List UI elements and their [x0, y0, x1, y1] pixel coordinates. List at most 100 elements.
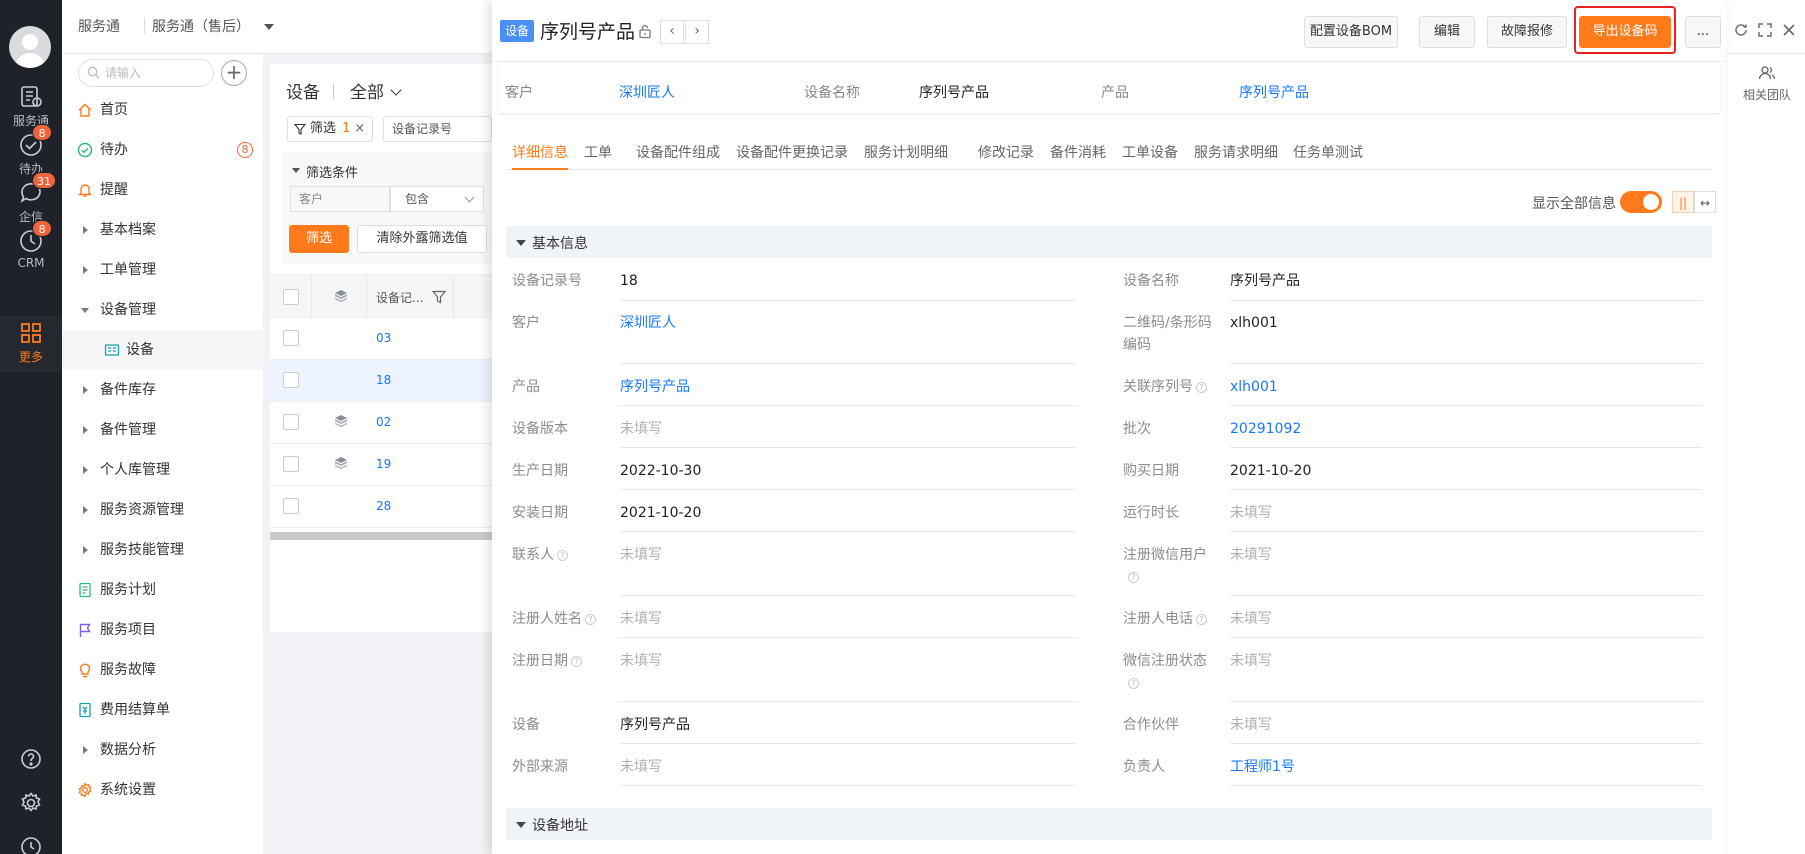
section-device-address[interactable]: 设备地址	[506, 808, 1712, 840]
close-icon[interactable]: ×	[354, 121, 365, 136]
product-link[interactable]: 序列号产品	[620, 376, 690, 398]
tab-parts-consumption[interactable]: 备件消耗	[1050, 142, 1106, 170]
two-column-layout-button[interactable]: ||	[1672, 191, 1694, 213]
row-checkbox[interactable]	[283, 456, 299, 472]
tab-parts-replacement[interactable]: 设备配件更换记录	[736, 142, 848, 170]
tab-workorder-devices[interactable]: 工单设备	[1122, 142, 1178, 170]
row-checkbox[interactable]	[283, 372, 299, 388]
expand-layout-button[interactable]: ↔	[1694, 191, 1716, 213]
related-team-button[interactable]: 相关团队	[1739, 64, 1795, 103]
help-icon[interactable]: ?	[585, 614, 596, 625]
summary-customer-link[interactable]: 深圳匠人	[619, 82, 675, 102]
field-value: 未填写	[1230, 653, 1272, 669]
nav-item-home[interactable]: 首页	[62, 90, 264, 130]
app-switcher[interactable]: 服务通（售后）	[152, 16, 274, 36]
record-link[interactable]: 28	[376, 499, 391, 513]
table-row[interactable]: 03	[270, 318, 492, 360]
tab-task-test[interactable]: 任务单测试	[1293, 142, 1363, 170]
help-icon[interactable]: ?	[1196, 614, 1207, 625]
nav-item-service-plan[interactable]: 服务计划	[62, 570, 264, 610]
horizontal-scrollbar[interactable]	[270, 532, 492, 540]
nav-item-device-mgmt[interactable]: 设备管理	[62, 290, 264, 330]
row-checkbox[interactable]	[283, 414, 299, 430]
tab-plan-details[interactable]: 服务计划明细	[864, 142, 948, 170]
collapse-icon[interactable]	[292, 168, 300, 173]
help-icon[interactable]: ?	[1196, 382, 1207, 393]
fullscreen-icon[interactable]	[1757, 22, 1773, 38]
help-icon[interactable]: ?	[1128, 572, 1139, 583]
record-link[interactable]: 19	[376, 457, 391, 471]
table-row[interactable]: 02	[270, 402, 492, 444]
show-all-toggle[interactable]	[1620, 191, 1662, 213]
condition-field[interactable]: 客户	[290, 186, 390, 212]
summary-product-link[interactable]: 序列号产品	[1239, 82, 1309, 102]
nav-item-settlement[interactable]: 费用结算单	[62, 690, 264, 730]
nav-item-spare-mgmt[interactable]: 备件管理	[62, 410, 264, 450]
history-icon[interactable]	[19, 835, 43, 854]
table-row[interactable]: 18	[270, 360, 492, 402]
tab-workorder[interactable]: 工单	[584, 142, 612, 170]
batch-link[interactable]: 20291092	[1230, 418, 1301, 440]
config-bom-button[interactable]: 配置设备BOM	[1304, 16, 1398, 48]
owner-link[interactable]: 工程师1号	[1230, 756, 1295, 778]
condition-operator-select[interactable]: 包含	[390, 186, 484, 212]
rail-item-crm[interactable]: CRM 8	[0, 220, 62, 280]
filter-icon[interactable]	[432, 290, 446, 304]
tab-details[interactable]: 详细信息	[512, 142, 568, 170]
serial-link[interactable]: xlh001	[1230, 376, 1278, 398]
help-icon[interactable]: ?	[557, 550, 568, 561]
customer-link[interactable]: 深圳匠人	[620, 312, 676, 334]
select-all-checkbox[interactable]	[283, 289, 299, 305]
nav-item-archives[interactable]: 基本档案	[62, 210, 264, 250]
field-select[interactable]: 设备记录号	[383, 116, 492, 142]
nav-item-workorder[interactable]: 工单管理	[62, 250, 264, 290]
close-icon[interactable]	[1781, 22, 1797, 38]
nav-item-spare-stock[interactable]: 备件库存	[62, 370, 264, 410]
filter-chip[interactable]: 筛选 1 ×	[287, 116, 373, 142]
nav-item-device[interactable]: 设备	[62, 330, 264, 370]
report-fault-button[interactable]: 故障报修	[1487, 16, 1567, 48]
column-header-record[interactable]: 设备记...	[376, 289, 423, 306]
tab-parts-composition[interactable]: 设备配件组成	[636, 142, 720, 170]
refresh-icon[interactable]	[1733, 22, 1749, 38]
nav-search-input[interactable]: 请输入	[78, 59, 214, 87]
apply-filter-button[interactable]: 筛选	[289, 225, 349, 253]
row-checkbox[interactable]	[283, 330, 299, 346]
table-row[interactable]: 28	[270, 486, 492, 528]
nav-item-todo[interactable]: 待办 8	[62, 130, 264, 170]
clear-filter-button[interactable]: 清除外露筛选值	[357, 225, 487, 253]
record-link[interactable]: 18	[376, 373, 391, 387]
flag-icon	[79, 623, 91, 637]
help-icon[interactable]: ?	[1128, 678, 1139, 689]
add-button[interactable]: +	[221, 60, 247, 86]
table-row[interactable]: 19	[270, 444, 492, 486]
lock-icon[interactable]	[637, 23, 653, 39]
nav-item-reminder[interactable]: 提醒	[62, 170, 264, 210]
nav-item-settings[interactable]: 系统设置	[62, 770, 264, 810]
show-all-label: 显示全部信息	[1532, 196, 1616, 212]
scope-dropdown[interactable]: 全部	[350, 78, 402, 103]
help-icon[interactable]	[19, 747, 43, 771]
rail-item-more[interactable]: 更多	[0, 316, 62, 372]
gear-icon[interactable]	[19, 791, 43, 815]
tab-request-details[interactable]: 服务请求明细	[1194, 142, 1278, 170]
next-record-button[interactable]: ›	[685, 20, 709, 44]
prev-record-button[interactable]: ‹	[660, 20, 684, 44]
help-icon[interactable]: ?	[571, 656, 582, 667]
filter-count: 1	[342, 121, 351, 136]
field-value: 未填写	[620, 547, 662, 563]
user-avatar[interactable]	[9, 26, 51, 68]
nav-item-skills[interactable]: 服务技能管理	[62, 530, 264, 570]
record-link[interactable]: 02	[376, 415, 391, 429]
more-button[interactable]: ...	[1685, 16, 1721, 48]
nav-item-fault[interactable]: 服务故障	[62, 650, 264, 690]
nav-item-analytics[interactable]: 数据分析	[62, 730, 264, 770]
nav-item-personal-stock[interactable]: 个人库管理	[62, 450, 264, 490]
section-basic-info[interactable]: 基本信息	[506, 226, 1712, 258]
record-link[interactable]: 03	[376, 331, 391, 345]
edit-button[interactable]: 编辑	[1419, 16, 1475, 48]
nav-item-resources[interactable]: 服务资源管理	[62, 490, 264, 530]
row-checkbox[interactable]	[283, 498, 299, 514]
tab-change-log[interactable]: 修改记录	[978, 142, 1034, 170]
nav-item-service-items[interactable]: 服务项目	[62, 610, 264, 650]
